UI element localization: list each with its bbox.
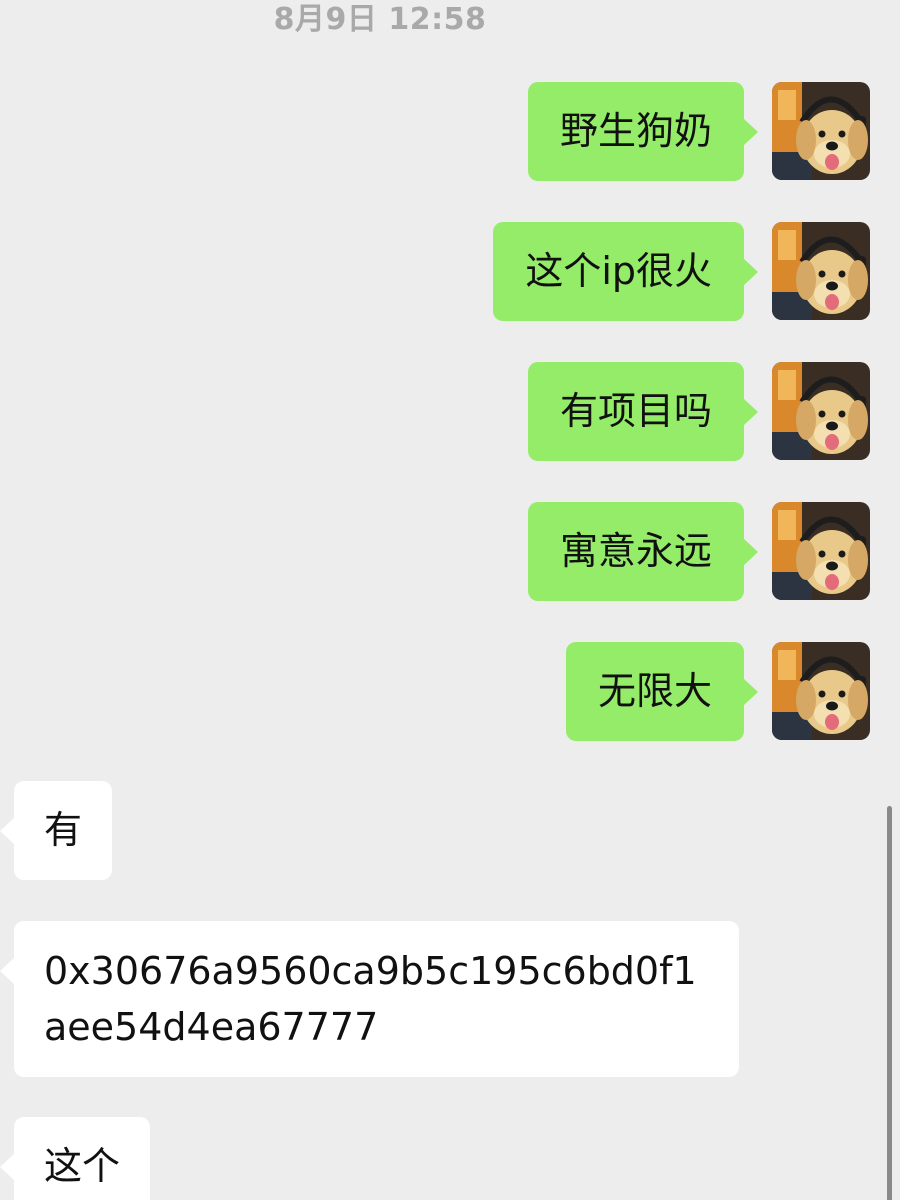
message-row-outgoing: 这个ip很火	[0, 222, 900, 322]
scrollbar[interactable]	[887, 806, 892, 1200]
incoming-message-bubble[interactable]: 有	[0, 781, 113, 880]
incoming-message-bubble[interactable]: 0x30676a9560ca9b5c195c6bd0f1aee54d4ea677…	[0, 921, 739, 1077]
outgoing-message-bubble[interactable]: 无限大	[565, 642, 759, 741]
user-avatar[interactable]	[772, 642, 870, 740]
message-row-outgoing: 无限大	[0, 642, 900, 742]
message-row-incoming: 这个	[0, 1117, 900, 1200]
puppy-avatar-icon	[772, 502, 870, 600]
incoming-message-bubble[interactable]: 这个	[0, 1117, 151, 1200]
message-row-incoming: 有	[0, 781, 900, 881]
outgoing-message-bubble[interactable]: 有项目吗	[527, 362, 759, 461]
user-avatar[interactable]	[772, 222, 870, 320]
message-row-outgoing: 寓意永远	[0, 502, 900, 602]
user-avatar[interactable]	[772, 82, 870, 180]
message-row-outgoing: 有项目吗	[0, 362, 900, 462]
puppy-avatar-icon	[772, 362, 870, 460]
puppy-avatar-icon	[772, 642, 870, 740]
chat-window: 8月9日 12:58 野生狗奶 这个ip很火 有项目吗 寓意永远 无限大 有 0…	[0, 0, 900, 1200]
puppy-avatar-icon	[772, 82, 870, 180]
outgoing-message-bubble[interactable]: 野生狗奶	[527, 82, 759, 181]
outgoing-message-bubble[interactable]: 这个ip很火	[493, 222, 758, 321]
outgoing-message-bubble[interactable]: 寓意永远	[527, 502, 759, 601]
puppy-avatar-icon	[772, 222, 870, 320]
message-timestamp: 8月9日 12:58	[273, 2, 487, 37]
user-avatar[interactable]	[772, 362, 870, 460]
message-row-outgoing: 野生狗奶	[0, 82, 900, 182]
user-avatar[interactable]	[772, 502, 870, 600]
